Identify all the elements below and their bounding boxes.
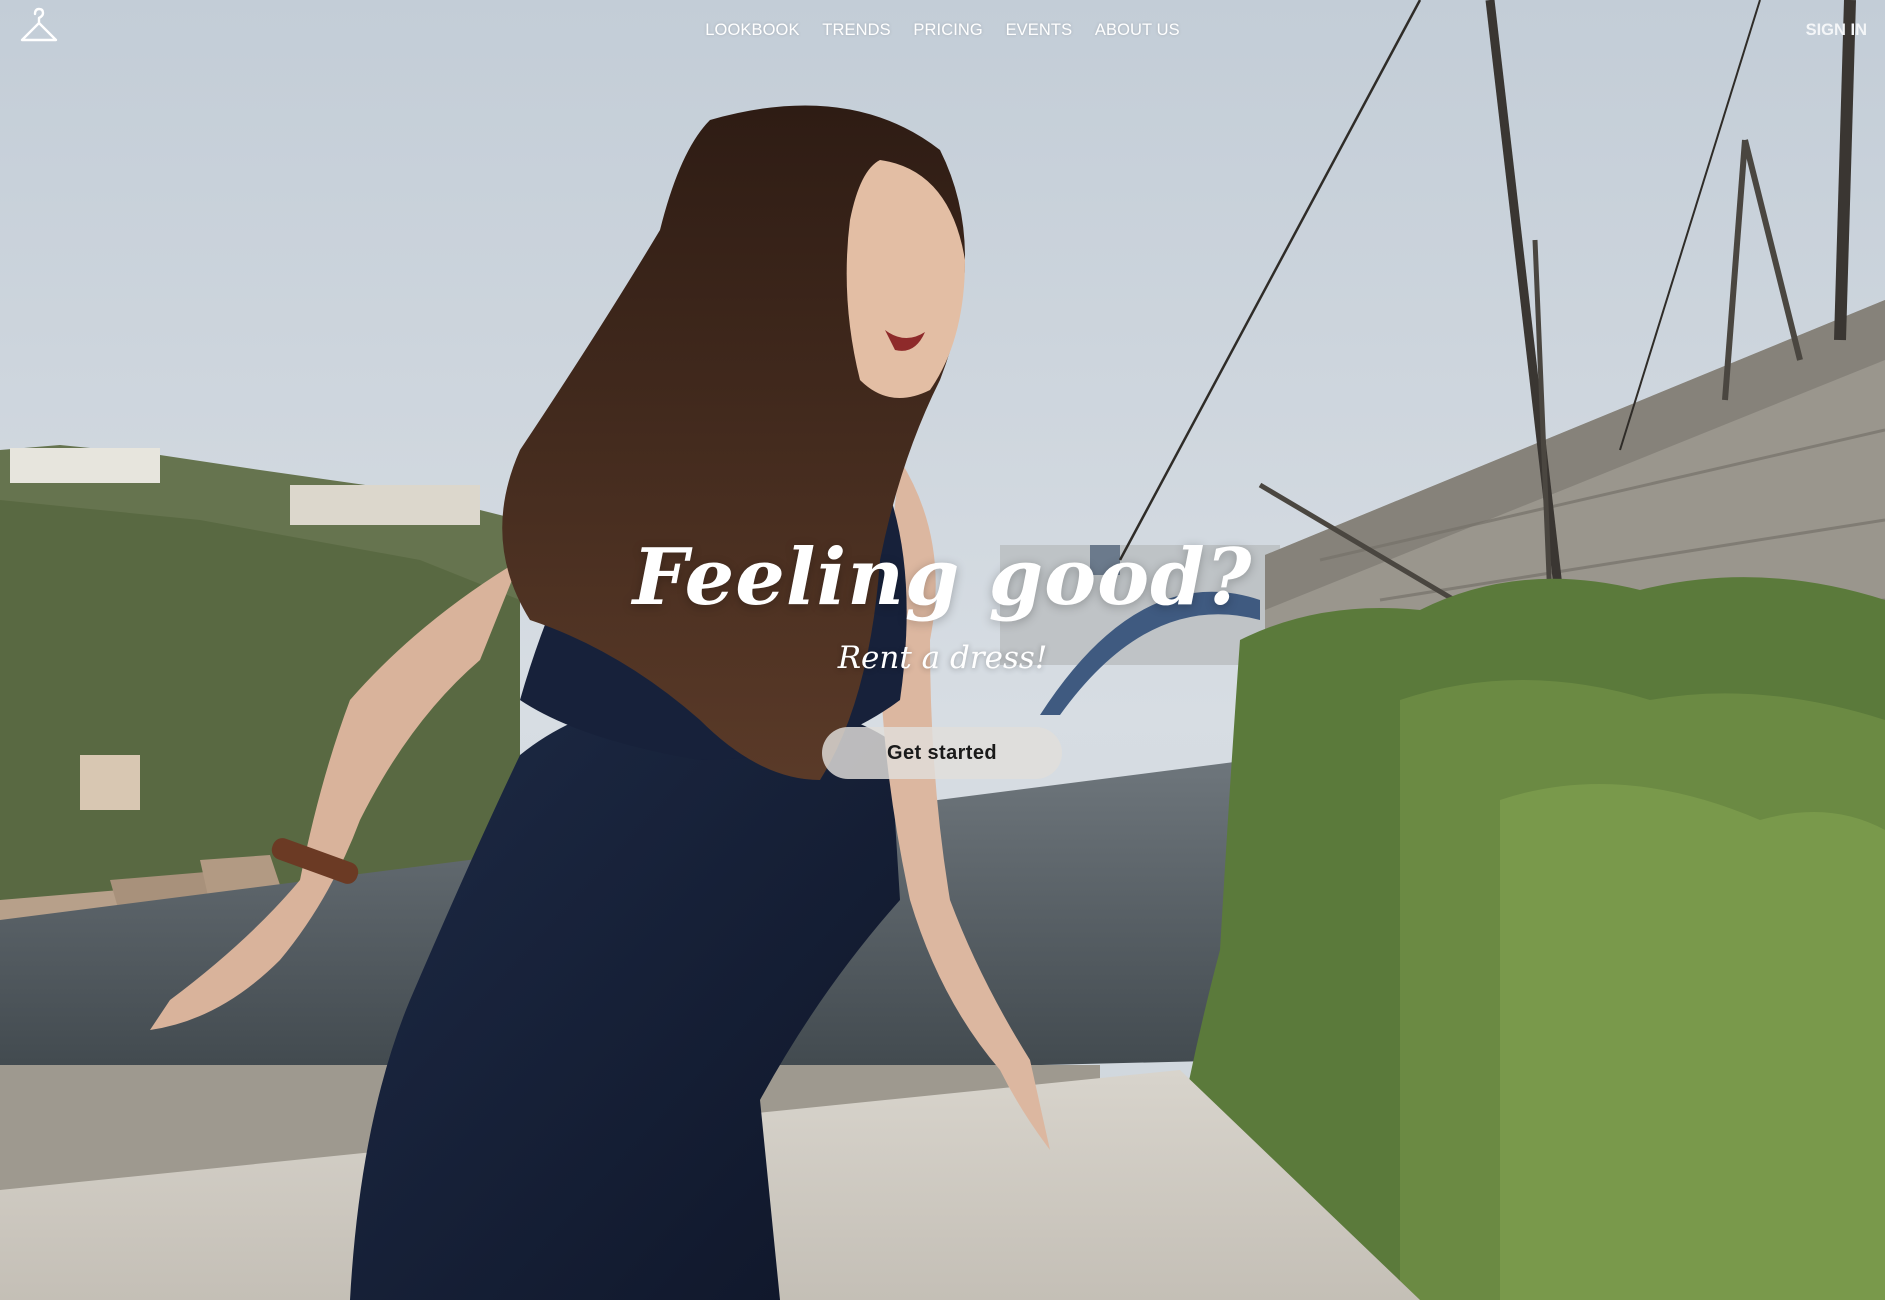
hero-headline: Feeling good? xyxy=(632,532,1253,623)
hero-subheadline: Rent a dress! xyxy=(837,640,1048,676)
sign-in-link[interactable]: SIGN IN xyxy=(1806,21,1867,40)
top-navigation: LOOKBOOK TRENDS PRICING EVENTS ABOUT US … xyxy=(0,0,1885,62)
nav-item-lookbook[interactable]: LOOKBOOK xyxy=(705,21,799,40)
nav-item-events[interactable]: EVENTS xyxy=(1006,21,1073,40)
hero-section: LOOKBOOK TRENDS PRICING EVENTS ABOUT US … xyxy=(0,0,1885,1300)
nav-item-about-us[interactable]: ABOUT US xyxy=(1095,21,1180,40)
get-started-button[interactable]: Get started xyxy=(822,727,1062,779)
main-menu: LOOKBOOK TRENDS PRICING EVENTS ABOUT US xyxy=(0,21,1885,40)
nav-item-trends[interactable]: TRENDS xyxy=(822,21,890,40)
nav-item-pricing[interactable]: PRICING xyxy=(913,21,982,40)
